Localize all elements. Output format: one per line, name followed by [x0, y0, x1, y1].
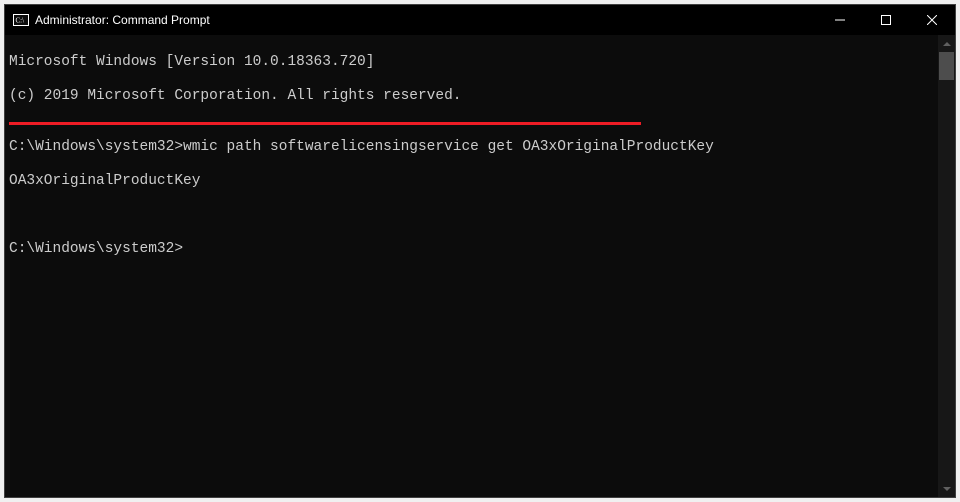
window-title: Administrator: Command Prompt	[35, 13, 210, 27]
command-line-1: C:\Windows\system32>wmic path softwareli…	[9, 139, 933, 156]
titlebar[interactable]: C:\ Administrator: Command Prompt	[5, 5, 955, 35]
scroll-down-button[interactable]	[938, 480, 955, 497]
prompt-path: C:\Windows\system32>	[9, 241, 183, 258]
version-line: Microsoft Windows [Version 10.0.18363.72…	[9, 54, 933, 71]
highlight-underline	[9, 122, 641, 125]
cmd-icon: C:\	[13, 12, 29, 28]
terminal-output: Microsoft Windows [Version 10.0.18363.72…	[5, 35, 937, 497]
copyright-line: (c) 2019 Microsoft Corporation. All righ…	[9, 88, 933, 105]
minimize-button[interactable]	[817, 5, 863, 35]
svg-text:C:\: C:\	[16, 17, 25, 25]
window-controls	[817, 5, 955, 35]
terminal-area[interactable]: Microsoft Windows [Version 10.0.18363.72…	[5, 35, 955, 497]
vertical-scrollbar[interactable]	[938, 35, 955, 497]
prompt-path: C:\Windows\system32>	[9, 139, 183, 155]
output-header: OA3xOriginalProductKey	[9, 173, 933, 190]
scrollbar-thumb[interactable]	[939, 52, 954, 80]
maximize-button[interactable]	[863, 5, 909, 35]
scroll-up-button[interactable]	[938, 35, 955, 52]
command-prompt-window: C:\ Administrator: Command Prompt Micros…	[4, 4, 956, 498]
close-button[interactable]	[909, 5, 955, 35]
command-text: wmic path softwarelicensingservice get O…	[183, 139, 714, 155]
command-line-2[interactable]: C:\Windows\system32>	[9, 241, 933, 258]
